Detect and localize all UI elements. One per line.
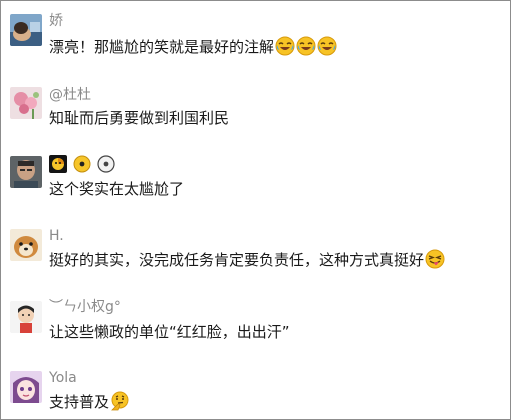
comment-username[interactable]: H. xyxy=(49,228,64,244)
laugh-cry-emoji xyxy=(296,36,316,60)
avatar[interactable] xyxy=(10,14,42,46)
yellow-face-emoji xyxy=(49,155,67,177)
comment-item: 这个奖实在太尴尬了 xyxy=(1,146,510,216)
comment-item: @杜杜 知耻而后勇要做到利国利民 xyxy=(1,73,510,143)
thinking-face-emoji xyxy=(110,391,130,415)
avatar[interactable] xyxy=(10,156,42,188)
yellow-dot-emoji xyxy=(73,155,91,177)
comment-username[interactable]: @杜杜 xyxy=(49,84,91,104)
avatar[interactable] xyxy=(10,87,42,119)
comment-username[interactable]: Yola xyxy=(49,370,77,386)
comment-text: 挺好的其实，没完成任务肯定要负责任，这种方式真挺好 xyxy=(49,251,425,269)
comment-text-line: 支持普及 xyxy=(49,391,130,415)
avatar[interactable] xyxy=(10,229,42,261)
comment-text: 知耻而后勇要做到利国利民 xyxy=(49,109,230,127)
laugh-cry-emoji xyxy=(317,36,337,60)
avatar[interactable] xyxy=(10,371,42,403)
gray-dot-emoji xyxy=(97,155,115,177)
comment-text: 漂亮！那尴尬的笑就是最好的注解 xyxy=(49,38,275,56)
laugh-cry-emoji xyxy=(275,36,295,60)
comment-item: H. 挺好的其实，没完成任务肯定要负责任，这种方式真挺好 xyxy=(1,219,510,289)
comment-text: 支持普及 xyxy=(49,393,110,411)
comment-text: 让这些懒政的单位“红红脸，出出汗” xyxy=(49,323,290,341)
comment-username-icons[interactable] xyxy=(49,155,121,177)
avatar[interactable] xyxy=(10,301,42,333)
comment-username[interactable]: ︶ㄣ小权g° xyxy=(49,296,121,316)
comment-text-line: 挺好的其实，没完成任务肯定要负责任，这种方式真挺好 xyxy=(49,249,445,273)
comment-text: 这个奖实在太尴尬了 xyxy=(49,180,185,198)
comment-item: Yola 支持普及 xyxy=(1,359,510,419)
comment-text-line: 漂亮！那尴尬的笑就是最好的注解 xyxy=(49,36,337,60)
comment-username[interactable]: 娇 xyxy=(49,10,63,30)
comment-list: 娇 漂亮！那尴尬的笑就是最好的注解 @杜杜 知耻而后勇要做到利国利民 这个奖实在… xyxy=(0,0,511,420)
comment-item: ︶ㄣ小权g° 让这些懒政的单位“红红脸，出出汗” xyxy=(1,289,510,359)
comment-item: 娇 漂亮！那尴尬的笑就是最好的注解 xyxy=(1,1,510,71)
tongue-wink-emoji xyxy=(425,249,445,273)
